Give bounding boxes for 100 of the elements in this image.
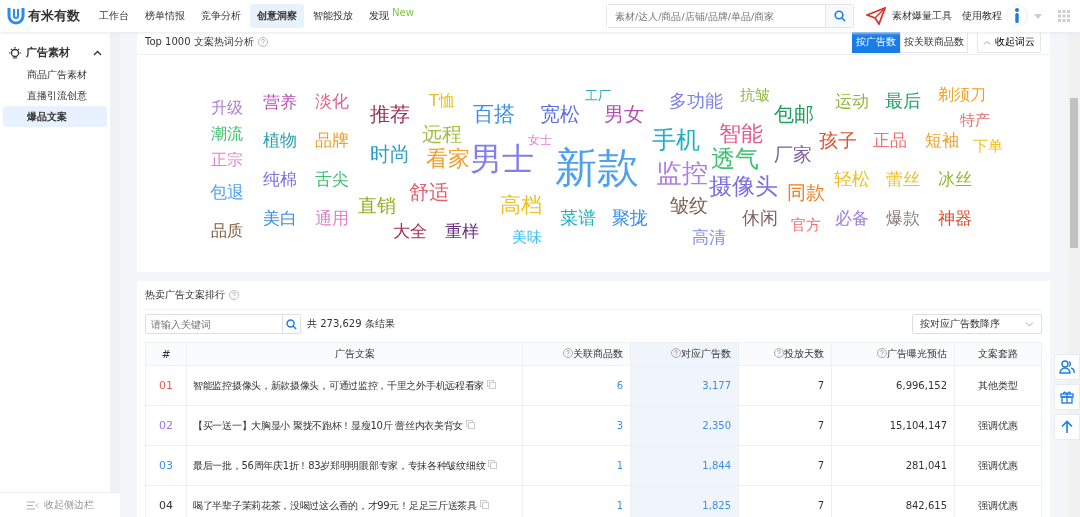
community-button[interactable]: [1054, 354, 1080, 380]
copy-icon[interactable]: [479, 499, 489, 509]
cloud-word: 智能: [719, 123, 763, 145]
table-cell: 281,041: [905, 460, 947, 471]
table-cell: 6,996,152: [896, 380, 947, 391]
cloud-word: 时尚: [370, 144, 410, 164]
cloud-word: 通用: [315, 209, 349, 227]
cloud-word: 运动: [835, 92, 869, 110]
table-cell: 7: [817, 500, 824, 511]
cloud-word: 官方: [791, 217, 821, 233]
collapse-icon: [26, 500, 39, 510]
table-cell: 7: [817, 420, 824, 431]
cloud-word: 轻松: [834, 170, 870, 188]
cloud-word: 下单: [973, 138, 1003, 154]
sidebar-section[interactable]: 广告素材: [0, 42, 110, 64]
paper-plane-icon: [866, 7, 886, 25]
search-button[interactable]: [282, 315, 300, 333]
cloud-word: 特产: [960, 112, 990, 128]
cloud-word: 包退: [210, 183, 244, 201]
table-cell: 其他类型: [978, 379, 1018, 391]
gift-icon: [1060, 390, 1074, 404]
collapse-cloud-button[interactable]: 收起词云: [977, 31, 1041, 53]
sort-dropdown[interactable]: 按对应广告数降序: [912, 314, 1042, 334]
nav-tab[interactable]: 竞争分析: [194, 4, 248, 28]
ad-copy-text: 最后一批，56周年庆1折！83岁郑明明眼部专家，专抹各种皱纹细纹: [193, 459, 486, 471]
rank-number: 01: [159, 379, 173, 392]
table-cell[interactable]: 6: [616, 380, 623, 391]
cloud-word: 美白: [263, 209, 297, 227]
cloud-word: 男女: [604, 104, 644, 124]
cloud-word: 正宗: [211, 152, 243, 168]
table-cell: 强调优惠: [978, 419, 1018, 431]
cloud-word: 皱纹: [670, 195, 708, 215]
nav-tab[interactable]: 榜单情报: [138, 4, 192, 28]
sidebar-item[interactable]: 商品广告素材: [3, 64, 107, 85]
chevron-icon: [1025, 321, 1034, 327]
copy-icon[interactable]: [488, 459, 498, 469]
cloud-word: 百搭: [473, 103, 515, 125]
apps-grid-icon[interactable]: [1058, 10, 1070, 22]
cloud-word: 摄像头: [708, 174, 778, 198]
copy-icon[interactable]: [466, 419, 475, 429]
nav-tab[interactable]: 工作台: [92, 4, 136, 28]
cloud-word: 孩子: [819, 130, 857, 150]
column-header: 关联商品数: [522, 342, 631, 366]
table-cell: 7: [817, 460, 824, 471]
cloud-word: 推荐: [370, 104, 410, 124]
sidebar-item[interactable]: 爆品文案: [3, 106, 107, 127]
cloud-word: 看家: [426, 148, 470, 170]
table-cell: 7: [817, 380, 824, 391]
column-header: 广告文案: [186, 342, 523, 366]
cloud-word: 神器: [938, 209, 972, 227]
search-icon: [286, 318, 297, 330]
sort-toggle[interactable]: 按广告数: [852, 31, 900, 53]
cloud-word: 聚拢: [612, 209, 648, 227]
cloud-word: 直销: [358, 195, 396, 215]
gift-button[interactable]: [1054, 384, 1080, 410]
column-header: 广告曝光预估: [831, 342, 955, 366]
nav-tab[interactable]: 智能投放: [306, 4, 360, 28]
search-field[interactable]: 素材/达人/商品/店铺/品牌/单品/商家: [606, 4, 854, 28]
tool-link[interactable]: 素材爆量工具: [892, 9, 952, 23]
cloud-word: 厂家: [774, 144, 812, 164]
keyword-field[interactable]: 请输入关键词: [145, 314, 301, 334]
nav-tab[interactable]: 发现: [362, 4, 390, 28]
brand-name: 有米有数: [28, 7, 80, 25]
cloud-word: 舒适: [409, 182, 449, 202]
cloud-word: 多功能: [669, 92, 723, 110]
search-button[interactable]: [825, 5, 853, 27]
cloud-word: 正品: [873, 131, 907, 149]
user-avatar-icon[interactable]: [1006, 5, 1028, 27]
cloud-word: 营养: [263, 93, 297, 111]
search-icon: [833, 10, 846, 22]
lightbulb-icon: [8, 46, 22, 60]
cloud-word: 短袖: [925, 131, 959, 149]
new-label: New: [392, 7, 414, 18]
cloud-word: 品质: [211, 223, 243, 239]
cloud-word: 品牌: [315, 131, 349, 149]
column-header: #: [145, 342, 187, 366]
rank-number: 04: [159, 499, 173, 512]
cloud-word: 远程: [422, 124, 462, 144]
people-icon: [1059, 360, 1075, 374]
cloud-word: 淡化: [315, 92, 349, 110]
cloud-word: 抗皱: [740, 87, 770, 103]
ad-copy-text: 喝了半辈子茉莉花茶，没喝过这么香的，才99元！足足三斤送茶具: [193, 499, 477, 511]
cloud-word: 潮流: [211, 126, 243, 142]
table-cell: 15,104,147: [889, 420, 947, 431]
copy-icon[interactable]: [486, 379, 496, 389]
cloud-word: 植物: [263, 131, 297, 149]
table-cell[interactable]: 3: [616, 420, 623, 431]
cloud-word: 冰丝: [938, 170, 972, 188]
cloud-word: 同款: [787, 182, 825, 202]
nav-tab[interactable]: 创意洞察: [250, 4, 304, 28]
cloud-word: 休闲: [742, 209, 778, 227]
sort-toggle[interactable]: 按关联商品数: [900, 31, 968, 53]
card-title: 热卖广告文案排行: [145, 288, 225, 302]
cloud-word: 舌尖: [315, 170, 349, 188]
sidebar-item[interactable]: 直播引流创意: [3, 85, 107, 106]
tutorial-link[interactable]: 使用教程: [962, 9, 1002, 23]
cloud-word: 菜谱: [560, 209, 596, 227]
cloud-word: 包邮: [774, 104, 814, 124]
back-to-top-button[interactable]: [1054, 414, 1080, 440]
caret-icon[interactable]: [1034, 13, 1042, 19]
